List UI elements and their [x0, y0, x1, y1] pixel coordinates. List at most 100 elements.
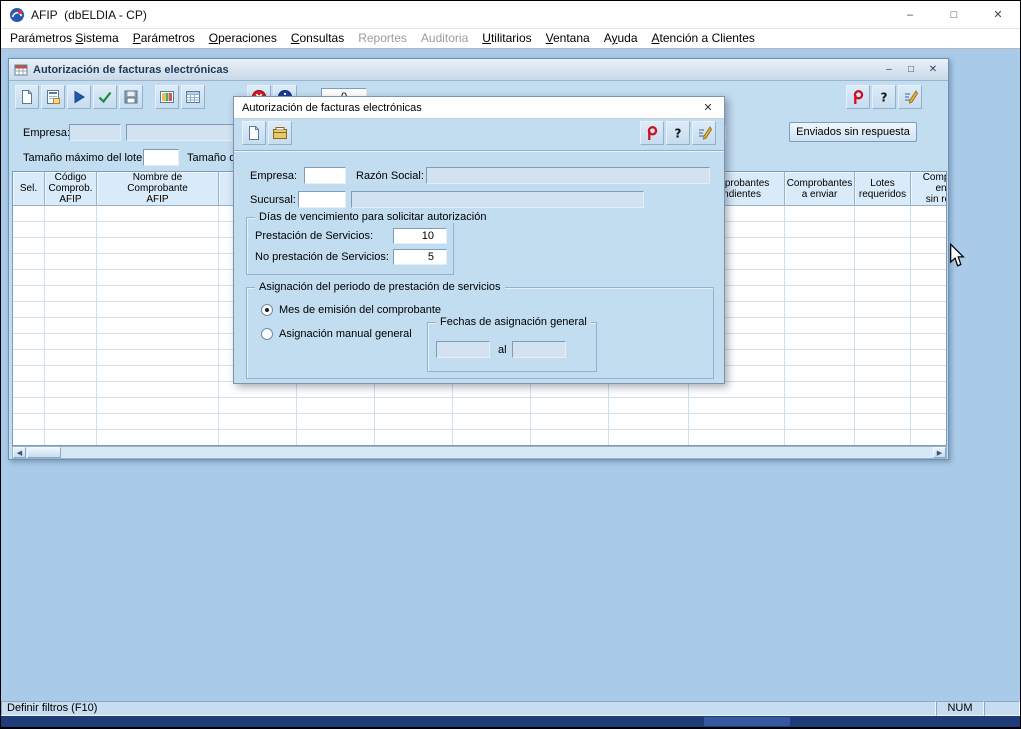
dialog-empresa-field[interactable] — [304, 167, 346, 184]
window-controls: – □ ✕ — [888, 1, 1020, 28]
grid-col-codigo-comprob-afip[interactable]: CódigoComprob.AFIP — [45, 172, 97, 206]
status-text: Definir filtros (F10) — [1, 701, 936, 716]
menu-item-reportes: Reportes — [351, 29, 414, 48]
menu-item-ventana[interactable]: Ventana — [539, 29, 597, 48]
sucursal-name-field[interactable] — [351, 191, 644, 208]
child-toolbar-right: ? — [846, 85, 922, 109]
menu-bar: Parámetros SistemaParámetrosOperacionesC… — [1, 29, 1020, 49]
menu-item-operaciones[interactable]: Operaciones — [202, 29, 284, 48]
enviados-sin-respuesta-button[interactable]: Enviados sin respuesta — [789, 122, 917, 142]
dialog-toolbar-right: ? — [640, 121, 716, 145]
grid-col-nombre-comprobante-afip[interactable]: Nombre deComprobanteAFIP — [97, 172, 219, 206]
fecha-desde-field[interactable] — [436, 341, 490, 358]
radio-mes-emision[interactable] — [261, 304, 273, 316]
grid-col-comprobantes-enviados-sin-respuesta[interactable]: Comprobantesenviadossin respuesta — [911, 172, 947, 206]
asignacion-periodo-group: Asignación del periodo de prestación de … — [246, 287, 714, 379]
child-minimize-button[interactable]: – — [882, 64, 896, 75]
grid-col-comprobantes-a-enviar[interactable]: Comprobantesa enviar — [785, 172, 855, 206]
child-toolbar-left — [15, 85, 205, 109]
sucursal-label: Sucursal: — [250, 194, 296, 206]
child-window-icon — [14, 63, 28, 77]
fechas-asignacion-group-label: Fechas de asignación general — [436, 316, 591, 328]
pen-icon — [696, 125, 712, 141]
mouse-cursor — [949, 243, 965, 267]
export-grid-button[interactable] — [181, 85, 205, 109]
grid-row[interactable] — [13, 398, 946, 414]
taskbar-segment — [704, 717, 790, 726]
scroll-thumb[interactable] — [27, 447, 61, 458]
app-icon — [9, 7, 25, 23]
dialog: Autorización de facturas electrónicas ✕ … — [233, 96, 725, 384]
save-button[interactable] — [119, 85, 143, 109]
child-window-controls: – □ ✕ — [882, 64, 948, 75]
help-icon: ? — [876, 89, 892, 105]
scroll-right-button[interactable]: ▶ — [933, 447, 946, 458]
dialog-empresa-label: Empresa: — [250, 170, 297, 182]
child-titlebar[interactable]: Autorización de facturas electrónicas – … — [9, 59, 948, 81]
menu-item-auditoria: Auditoria — [414, 29, 475, 48]
dialog-titlebar[interactable]: Autorización de facturas electrónicas ✕ — [234, 97, 724, 119]
form-properties-button[interactable] — [41, 85, 65, 109]
maximize-button[interactable]: □ — [932, 1, 976, 28]
fecha-hasta-field[interactable] — [512, 341, 566, 358]
exit-icon — [644, 125, 660, 141]
menu-item-utilitarios[interactable]: Utilitarios — [475, 29, 538, 48]
grid-hscrollbar[interactable]: ◀ ▶ — [12, 446, 947, 459]
pen-button[interactable] — [692, 121, 716, 145]
asignacion-periodo-group-label: Asignación del periodo de prestación de … — [255, 281, 505, 293]
radio-asignacion-manual[interactable] — [261, 328, 273, 340]
menu-item-parametros-sistema[interactable]: Parámetros Sistema — [3, 29, 126, 48]
form-properties-icon — [45, 89, 61, 105]
grid-row[interactable] — [13, 414, 946, 430]
prestacion-field[interactable]: 10 — [393, 228, 447, 244]
application-window: AFIP (dbELDIA - CP) – □ ✕ Parámetros Sis… — [0, 0, 1021, 729]
close-button[interactable]: ✕ — [976, 1, 1020, 28]
tamano-lote-field[interactable] — [143, 149, 179, 166]
new-document-icon — [246, 125, 262, 141]
radio-asignacion-manual-label: Asignación manual general — [279, 328, 412, 340]
database-columns-icon — [159, 89, 175, 105]
no-prestacion-field[interactable]: 5 — [393, 249, 447, 265]
pen-icon — [902, 89, 918, 105]
database-columns-button[interactable] — [155, 85, 179, 109]
new-document-button[interactable] — [15, 85, 39, 109]
exit-button[interactable] — [846, 85, 870, 109]
num-indicator: NUM — [936, 701, 984, 716]
pen-button[interactable] — [898, 85, 922, 109]
dias-vencimiento-group: Días de vencimiento para solicitar autor… — [246, 217, 454, 275]
child-maximize-button[interactable]: □ — [904, 64, 918, 75]
scroll-left-button[interactable]: ◀ — [13, 447, 26, 458]
run-button[interactable] — [67, 85, 91, 109]
new-document-icon — [19, 89, 35, 105]
empresa-code-field[interactable] — [69, 124, 121, 141]
menu-item-ayuda[interactable]: Ayuda — [597, 29, 645, 48]
exit-button[interactable] — [640, 121, 664, 145]
new-document-button[interactable] — [242, 121, 266, 145]
help-button[interactable]: ? — [872, 85, 896, 109]
razon-social-label: Razón Social: — [356, 170, 424, 182]
empresa-label: Empresa: — [23, 127, 70, 139]
radio-mes-emision-label: Mes de emisión del comprobante — [279, 304, 441, 316]
dialog-body: Empresa: Razón Social: Sucursal: Días de… — [234, 153, 724, 383]
minimize-button[interactable]: – — [888, 1, 932, 28]
child-close-button[interactable]: ✕ — [926, 64, 940, 75]
dialog-close-button[interactable]: ✕ — [698, 99, 718, 116]
menu-item-consultas[interactable]: Consultas — [284, 29, 351, 48]
help-icon: ? — [670, 125, 686, 141]
dialog-title: Autorización de facturas electrónicas — [242, 102, 422, 114]
exit-icon — [850, 89, 866, 105]
grid-row[interactable] — [13, 382, 946, 398]
grid-col-lotes-requeridos[interactable]: Lotesrequeridos — [855, 172, 911, 206]
menu-item-parametros[interactable]: Parámetros — [126, 29, 202, 48]
grid-row[interactable] — [13, 430, 946, 446]
card-index-button[interactable] — [268, 121, 292, 145]
sucursal-field[interactable] — [298, 191, 346, 208]
confirm-button[interactable] — [93, 85, 117, 109]
no-prestacion-label: No prestación de Servicios: — [255, 251, 389, 263]
prestacion-label: Prestación de Servicios: — [255, 230, 373, 242]
menu-item-atencion-a-clientes[interactable]: Atención a Clientes — [645, 29, 762, 48]
export-grid-icon — [185, 89, 201, 105]
help-button[interactable]: ? — [666, 121, 690, 145]
grid-col-sel[interactable]: Sel. — [13, 172, 45, 206]
razon-social-field[interactable] — [426, 167, 710, 184]
